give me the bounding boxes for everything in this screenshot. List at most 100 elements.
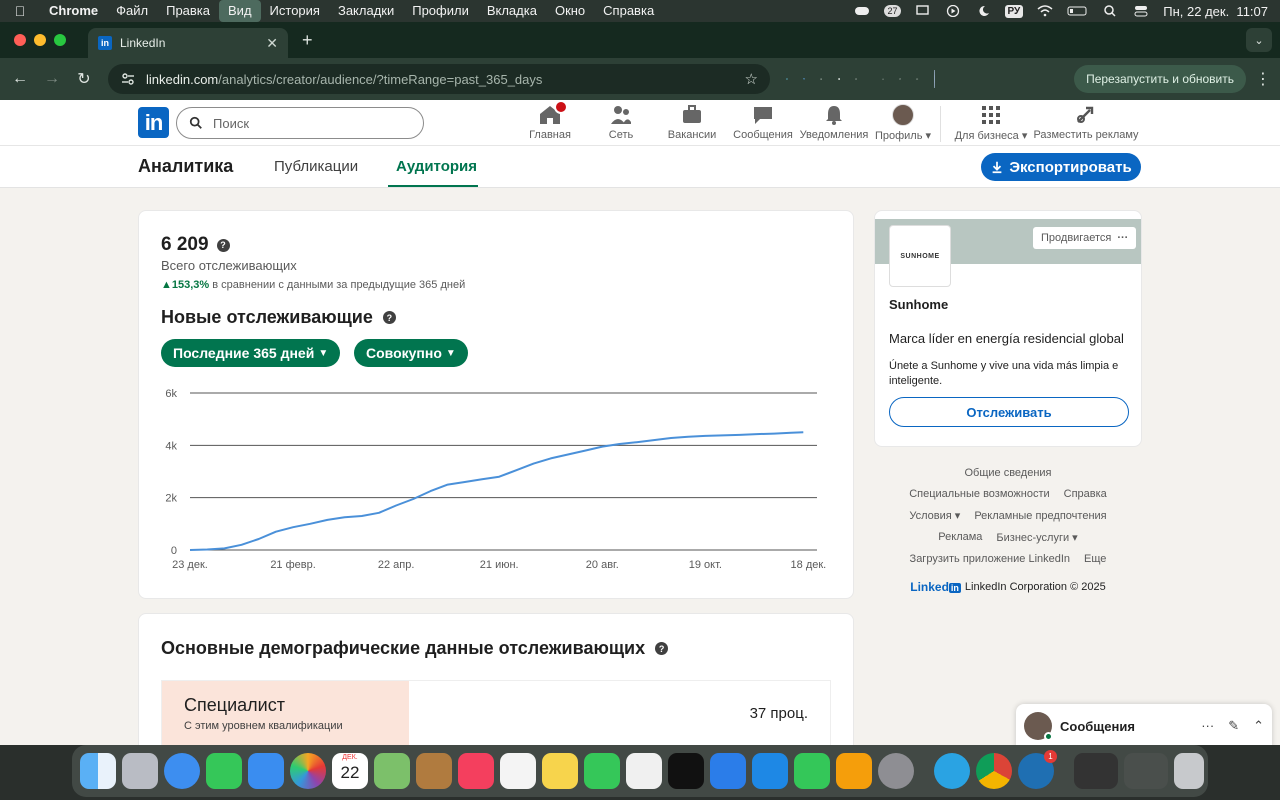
extension-leaf-icon[interactable] — [820, 78, 823, 80]
address-bar[interactable]: linkedin.com/analytics/creator/audience/… — [108, 64, 770, 94]
menu-app-name[interactable]: Chrome — [40, 0, 107, 22]
mail-icon[interactable] — [248, 753, 284, 789]
follow-button[interactable]: Отслеживать — [889, 397, 1129, 427]
time-range-dropdown[interactable]: Последние 365 дней ▼ — [161, 339, 341, 367]
menu-file[interactable]: Файл — [107, 0, 157, 22]
gamepad-icon[interactable] — [854, 5, 870, 17]
close-window-button[interactable] — [14, 34, 26, 46]
safari-icon[interactable] — [164, 753, 200, 789]
footer-link-get-app[interactable]: Загрузить приложение LinkedIn — [910, 553, 1071, 565]
extensions-puzzle-icon[interactable] — [855, 77, 857, 80]
numbers-icon[interactable] — [794, 753, 830, 789]
photos-icon[interactable] — [290, 753, 326, 789]
keynote-icon[interactable] — [710, 753, 746, 789]
site-info-icon[interactable] — [120, 71, 136, 87]
notes-app-icon[interactable] — [416, 753, 452, 789]
bookmark-star-icon[interactable]: ☆ — [745, 70, 758, 88]
finder-icon[interactable] — [80, 753, 116, 789]
facetime-icon[interactable] — [584, 753, 620, 789]
trash-icon[interactable] — [1174, 753, 1204, 789]
tab-posts[interactable]: Публикации — [274, 158, 358, 175]
download-icon[interactable] — [882, 78, 884, 80]
close-tab-icon[interactable]: ✕ — [266, 35, 278, 52]
music-icon[interactable] — [458, 753, 494, 789]
aggregation-dropdown[interactable]: Совокупно ▼ — [354, 339, 468, 367]
nav-jobs[interactable]: Вакансии — [652, 104, 732, 141]
relaunch-update-button[interactable]: Перезапустить и обновить — [1074, 65, 1246, 93]
help-icon[interactable]: ? — [655, 642, 669, 655]
apple-menu-icon[interactable]:  — [0, 3, 40, 19]
menu-bookmarks[interactable]: Закладки — [329, 0, 403, 22]
performance-icon[interactable] — [899, 78, 902, 80]
downloads-stack-icon[interactable] — [1074, 753, 1118, 789]
pages-icon[interactable] — [836, 753, 872, 789]
extension-wk-icon[interactable]: Wk — [803, 78, 805, 81]
messaging-overlay[interactable]: Сообщения ··· ✎ ⌃ — [1016, 704, 1272, 745]
recent-window-icon[interactable] — [1124, 753, 1168, 789]
minimize-window-button[interactable] — [34, 34, 46, 46]
nav-profile[interactable]: Профиль ▾ — [863, 104, 943, 142]
footer-link-about[interactable]: Общие сведения — [964, 467, 1051, 479]
freeform-icon[interactable] — [626, 753, 662, 789]
more-options-icon[interactable]: ··· — [1201, 718, 1214, 734]
search-input[interactable]: Поиск — [176, 107, 424, 139]
footer-link-business-services[interactable]: Бизнес-услуги ▾ — [996, 531, 1077, 544]
battery-icon[interactable] — [1067, 5, 1089, 17]
company-name[interactable]: Sunhome — [889, 297, 948, 312]
forward-arrow-icon[interactable]: → — [36, 70, 68, 88]
wifi-icon[interactable] — [1037, 5, 1053, 17]
reload-icon[interactable]: ↻ — [68, 69, 100, 89]
company-logo[interactable]: SUNHOME — [889, 225, 951, 287]
nav-advertise[interactable]: Разместить рекламу — [1031, 104, 1141, 141]
menu-profiles[interactable]: Профили — [403, 0, 478, 22]
clock[interactable]: Пн, 22 дек. 11:07 — [1163, 4, 1268, 19]
linkedin-logo[interactable]: in — [138, 107, 169, 138]
play-icon[interactable] — [945, 5, 961, 17]
export-button[interactable]: Экспортировать — [981, 153, 1141, 181]
zoom-window-button[interactable] — [54, 34, 66, 46]
reminders-icon[interactable] — [500, 753, 536, 789]
tv-icon[interactable] — [668, 753, 704, 789]
launchpad-icon[interactable] — [122, 753, 158, 789]
menu-help[interactable]: Справка — [594, 0, 663, 22]
help-icon[interactable]: ? — [216, 238, 230, 252]
menu-view[interactable]: Вид — [219, 0, 261, 22]
footer-link-help[interactable]: Справка — [1064, 488, 1107, 500]
nav-for-business[interactable]: Для бизнеса ▾ — [951, 104, 1031, 142]
telegram-icon[interactable] — [934, 753, 970, 789]
maps-icon[interactable] — [374, 753, 410, 789]
control-center-icon[interactable] — [1133, 5, 1149, 17]
notes-icon[interactable] — [542, 753, 578, 789]
menu-window[interactable]: Окно — [546, 0, 594, 22]
nav-network[interactable]: Сеть — [581, 104, 661, 141]
menu-edit[interactable]: Правка — [157, 0, 219, 22]
calendar-icon[interactable]: ДЕК. 22 — [332, 753, 368, 789]
compose-icon[interactable]: ✎ — [1228, 718, 1239, 734]
extension-shield-icon[interactable] — [837, 78, 840, 80]
footer-link-terms[interactable]: Условия ▾ — [909, 509, 960, 522]
spotlight-search-icon[interactable] — [1103, 5, 1119, 17]
back-arrow-icon[interactable]: ← — [4, 70, 36, 88]
more-options-icon[interactable]: ··· — [1117, 232, 1128, 244]
input-language-indicator[interactable]: РУ — [1004, 4, 1024, 18]
notification-count-badge[interactable]: 27 — [884, 5, 901, 17]
chevron-up-icon[interactable]: ⌃ — [1253, 718, 1264, 734]
footer-link-more[interactable]: Еще — [1084, 553, 1106, 565]
app-store-icon[interactable] — [752, 753, 788, 789]
messages-icon[interactable] — [206, 753, 242, 789]
chrome-menu-icon[interactable]: ⋮ — [1252, 69, 1274, 89]
chrome-icon[interactable] — [976, 753, 1012, 789]
help-icon[interactable]: ? — [382, 311, 396, 324]
nav-home[interactable]: Главная — [510, 100, 590, 141]
new-tab-icon[interactable]: + — [302, 30, 313, 51]
nav-notifications[interactable]: Уведомления — [794, 104, 874, 141]
media-controls-icon[interactable] — [916, 78, 919, 80]
extension-map-icon[interactable] — [786, 78, 789, 80]
nav-messaging[interactable]: Сообщения — [723, 104, 803, 141]
system-settings-icon[interactable] — [878, 753, 914, 789]
menu-tab[interactable]: Вкладка — [478, 0, 546, 22]
footer-link-advertising[interactable]: Реклама — [938, 531, 982, 543]
browser-tab-linkedin[interactable]: in LinkedIn ✕ — [88, 28, 288, 58]
moon-icon[interactable] — [975, 5, 991, 17]
screens-icon[interactable] — [915, 5, 931, 17]
